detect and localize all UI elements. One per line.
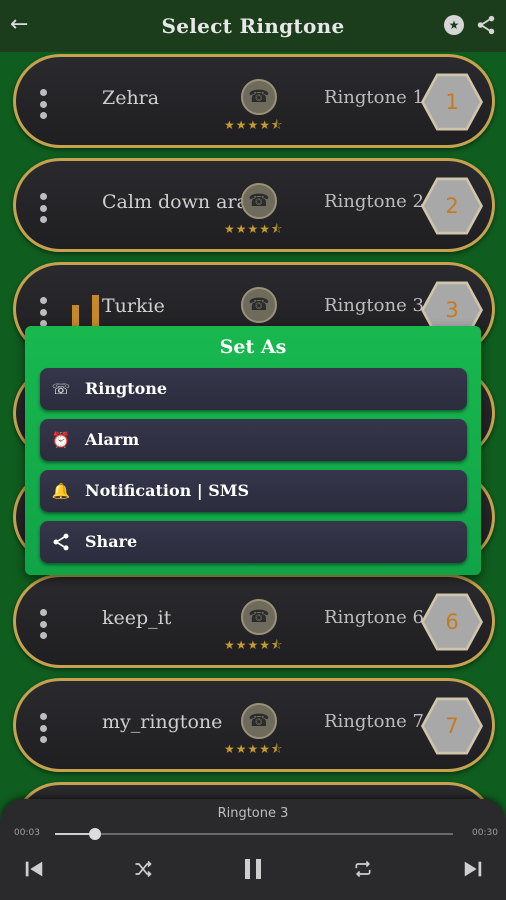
option-label: Ringtone bbox=[85, 379, 168, 398]
ringtone-name: Zehra bbox=[102, 87, 160, 109]
ringtone-number: 7 bbox=[424, 700, 480, 752]
set-as-alarm-button[interactable]: ⏰ Alarm bbox=[40, 419, 467, 461]
elapsed-time: 00:03 bbox=[14, 828, 40, 838]
phone-icon[interactable]: ☎ bbox=[241, 599, 277, 635]
phone-icon[interactable]: ☎ bbox=[241, 703, 277, 739]
ringtone-number-badge: 2 bbox=[421, 177, 483, 235]
now-playing-title: Ringtone 3 bbox=[217, 806, 289, 821]
option-label: Share bbox=[85, 532, 138, 551]
set-as-dialog: Set As ☏ Ringtone ⏰ Alarm 🔔 Notification… bbox=[25, 326, 481, 575]
more-options-icon[interactable] bbox=[38, 713, 48, 743]
ringtone-item-1[interactable]: Zehra ☎ ★★★★⯪ Ringtone 1 1 bbox=[13, 54, 495, 148]
seek-bar[interactable] bbox=[55, 828, 453, 840]
seek-bar-thumb[interactable] bbox=[88, 828, 101, 840]
ringtone-number-badge: 6 bbox=[421, 593, 483, 651]
total-time: 00:30 bbox=[472, 828, 498, 838]
option-label: Notification | SMS bbox=[85, 481, 250, 500]
star-icon[interactable]: ★ bbox=[444, 15, 464, 35]
set-as-ringtone-button[interactable]: ☏ Ringtone bbox=[40, 368, 467, 410]
page-title: Select Ringtone bbox=[161, 14, 345, 38]
ringtone-name: my_ringtone bbox=[102, 711, 223, 733]
dialog-title: Set As bbox=[219, 336, 287, 358]
phone-icon[interactable]: ☎ bbox=[241, 183, 277, 219]
skip-previous-icon[interactable] bbox=[18, 853, 50, 885]
ringtone-label: Ringtone 1 bbox=[324, 87, 424, 108]
ringtone-item-2[interactable]: Calm down arab ☎ ★★★★⯪ Ringtone 2 2 bbox=[13, 158, 495, 252]
more-options-icon[interactable] bbox=[38, 297, 48, 327]
back-arrow-icon[interactable]: ← bbox=[10, 12, 36, 38]
ringtone-number: 6 bbox=[424, 596, 480, 648]
ringtone-number: 1 bbox=[424, 76, 480, 128]
ringtone-item-7[interactable]: my_ringtone ☎ ★★★★⯪ Ringtone 7 7 bbox=[13, 678, 495, 772]
rating-stars: ★★★★⯪ bbox=[224, 638, 284, 652]
ringtone-name: keep_it bbox=[102, 607, 172, 629]
more-options-icon[interactable] bbox=[38, 89, 48, 119]
rating-stars: ★★★★⯪ bbox=[224, 222, 284, 236]
pause-icon[interactable] bbox=[237, 853, 269, 885]
ringtone-name: Calm down arab bbox=[102, 191, 242, 213]
ringtone-number-badge: 7 bbox=[421, 697, 483, 755]
bell-icon: 🔔 bbox=[51, 482, 71, 500]
ringtone-number-badge: 1 bbox=[421, 73, 483, 131]
repeat-icon[interactable] bbox=[347, 853, 379, 885]
ringtone-label: Ringtone 7 bbox=[324, 711, 424, 732]
alarm-clock-icon: ⏰ bbox=[51, 431, 71, 449]
rating-stars: ★★★★⯪ bbox=[224, 742, 284, 756]
ringtone-name: Turkie bbox=[102, 295, 165, 317]
ringtone-item-6[interactable]: keep_it ☎ ★★★★⯪ Ringtone 6 6 bbox=[13, 574, 495, 668]
phone-ringing-icon: ☏ bbox=[51, 380, 71, 398]
ringtone-number: 2 bbox=[424, 180, 480, 232]
phone-icon[interactable]: ☎ bbox=[241, 287, 277, 323]
rating-stars: ★★★★⯪ bbox=[224, 118, 284, 132]
app-bar: ← Select Ringtone ★ bbox=[0, 0, 506, 52]
share-icon[interactable] bbox=[475, 14, 497, 36]
more-options-icon[interactable] bbox=[38, 193, 48, 223]
ringtone-label: Ringtone 6 bbox=[324, 607, 424, 628]
share-button[interactable]: Share bbox=[40, 521, 467, 563]
shuffle-icon[interactable] bbox=[127, 853, 159, 885]
ringtone-label: Ringtone 3 bbox=[324, 295, 424, 316]
phone-icon[interactable]: ☎ bbox=[241, 79, 277, 115]
option-label: Alarm bbox=[85, 430, 140, 449]
media-player: Ringtone 3 00:03 00:30 bbox=[0, 799, 506, 900]
share-icon bbox=[53, 533, 69, 551]
set-as-notification-button[interactable]: 🔔 Notification | SMS bbox=[40, 470, 467, 512]
ringtone-label: Ringtone 2 bbox=[324, 191, 424, 212]
more-options-icon[interactable] bbox=[38, 609, 48, 639]
skip-next-icon[interactable] bbox=[457, 853, 489, 885]
